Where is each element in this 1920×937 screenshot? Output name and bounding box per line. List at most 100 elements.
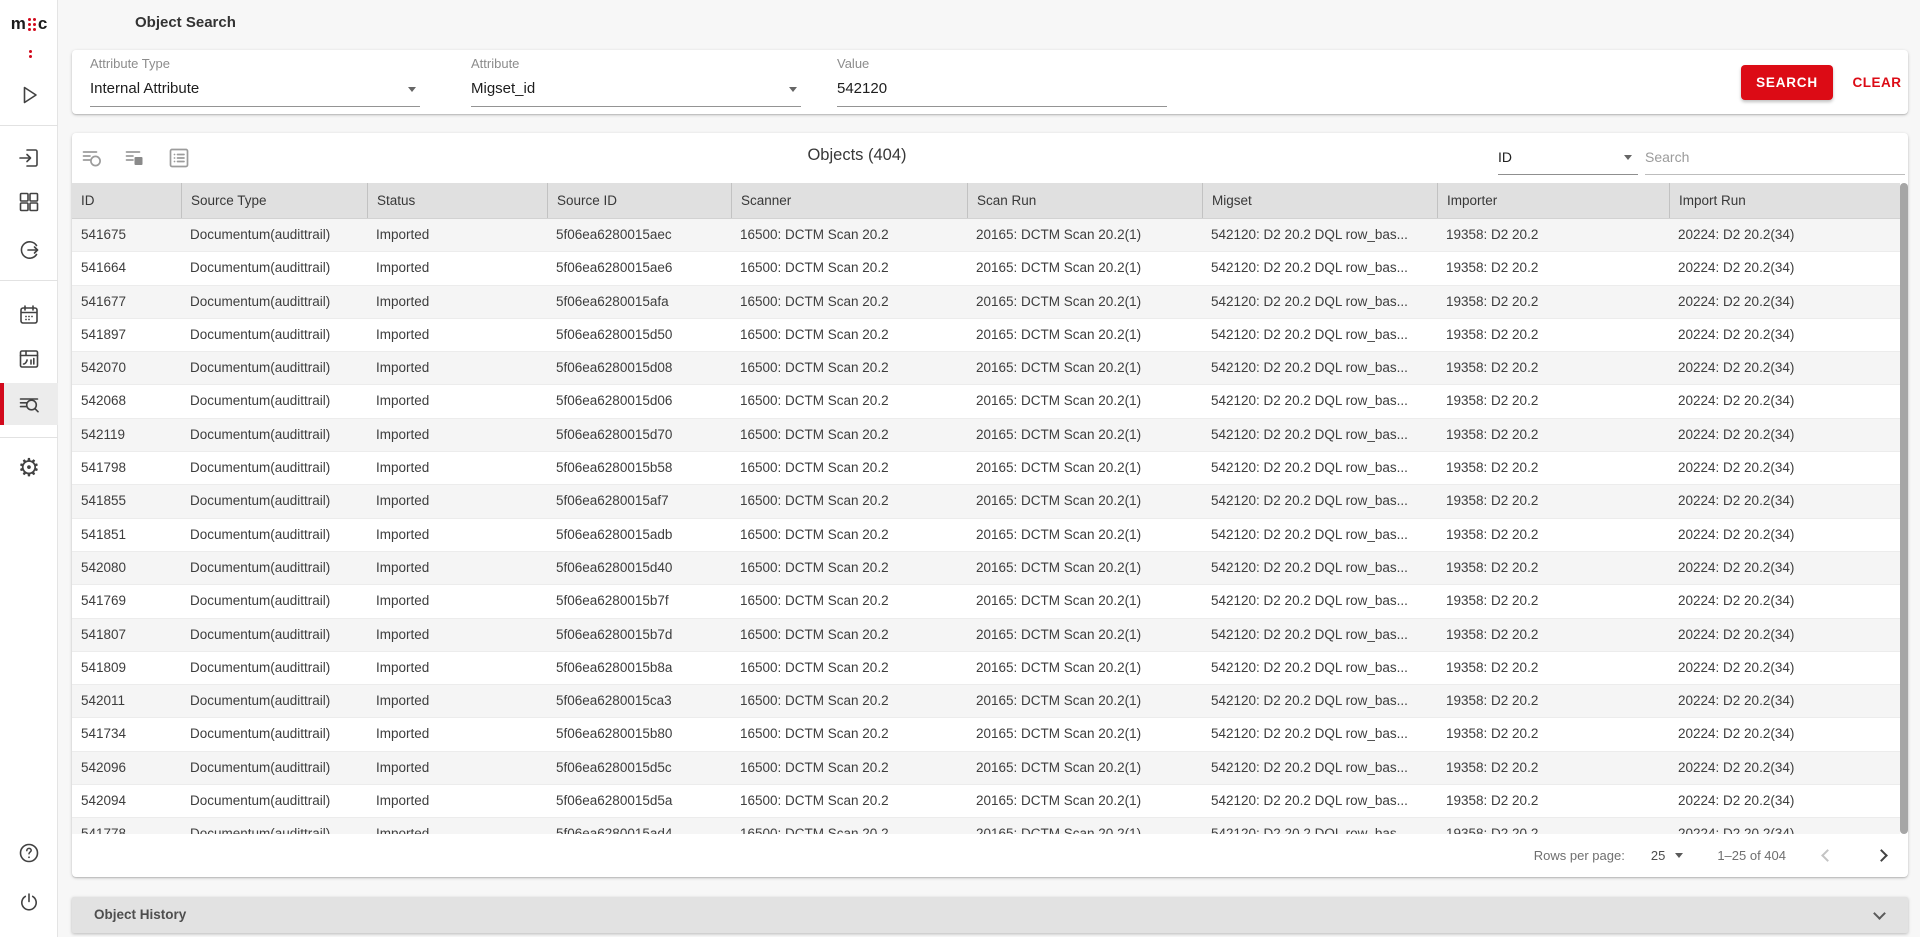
cell-migset: 542120: D2 20.2 DQL row_bas... xyxy=(1202,785,1437,817)
cell-source-type: Documentum(audittrail) xyxy=(181,619,367,651)
column-header-scan-run[interactable]: Scan Run xyxy=(967,183,1202,218)
cell-importer: 19358: D2 20.2 xyxy=(1437,552,1669,584)
power-icon[interactable] xyxy=(0,881,58,923)
cell-id: 541778 xyxy=(72,818,181,834)
table-row[interactable]: 541807Documentum(audittrail)Imported5f06… xyxy=(72,619,1900,652)
attribute-type-select[interactable]: Attribute Type Internal Attribute xyxy=(90,56,420,71)
cell-id: 541851 xyxy=(72,519,181,551)
cell-id: 541855 xyxy=(72,485,181,517)
cell-source-id: 5f06ea6280015d40 xyxy=(547,552,731,584)
attribute-value: Migset_id xyxy=(471,80,535,97)
table-row[interactable]: 541897Documentum(audittrail)Imported5f06… xyxy=(72,319,1900,352)
table-row[interactable]: 542080Documentum(audittrail)Imported5f06… xyxy=(72,552,1900,585)
table-row[interactable]: 541851Documentum(audittrail)Imported5f06… xyxy=(72,519,1900,552)
column-header-scanner[interactable]: Scanner xyxy=(731,183,967,218)
object-search-icon[interactable] xyxy=(0,383,58,425)
search-button[interactable]: SEARCH xyxy=(1741,65,1833,100)
table-row[interactable]: 542096Documentum(audittrail)Imported5f06… xyxy=(72,752,1900,785)
settings-gear-icon[interactable]: ⚙ xyxy=(0,447,58,489)
cell-scanner: 16500: DCTM Scan 20.2 xyxy=(731,652,967,684)
cell-migset: 542120: D2 20.2 DQL row_bas... xyxy=(1202,652,1437,684)
cell-scan-run: 20165: DCTM Scan 20.2(1) xyxy=(967,452,1202,484)
cell-status: Imported xyxy=(367,419,547,451)
column-header-id[interactable]: ID xyxy=(72,183,181,218)
cell-source-id: 5f06ea6280015b8a xyxy=(547,652,731,684)
rows-per-page-value: 25 xyxy=(1651,848,1665,863)
play-icon[interactable] xyxy=(0,74,58,116)
value-field[interactable]: Value 542120 xyxy=(837,56,1167,71)
list-square-icon[interactable] xyxy=(123,146,147,170)
sidebar-divider xyxy=(0,280,58,281)
cell-status: Imported xyxy=(367,785,547,817)
column-header-source-type[interactable]: Source Type xyxy=(181,183,367,218)
table-row[interactable]: 542011Documentum(audittrail)Imported5f06… xyxy=(72,685,1900,718)
column-header-import-run[interactable]: Import Run xyxy=(1669,183,1900,218)
table-row[interactable]: 542119Documentum(audittrail)Imported5f06… xyxy=(72,419,1900,452)
cell-migset: 542120: D2 20.2 DQL row_bas... xyxy=(1202,818,1437,834)
table-row[interactable]: 541798Documentum(audittrail)Imported5f06… xyxy=(72,452,1900,485)
table-row[interactable]: 541677Documentum(audittrail)Imported5f06… xyxy=(72,286,1900,319)
report-chart-icon[interactable] xyxy=(0,338,58,380)
list-circle-icon[interactable] xyxy=(80,146,104,170)
table-row[interactable]: 541769Documentum(audittrail)Imported5f06… xyxy=(72,585,1900,618)
cell-importer: 19358: D2 20.2 xyxy=(1437,585,1669,617)
filter-column-select[interactable]: ID xyxy=(1498,139,1638,175)
prev-page-button[interactable] xyxy=(1814,843,1840,869)
column-header-migset[interactable]: Migset xyxy=(1202,183,1437,218)
next-page-button[interactable] xyxy=(1868,843,1894,869)
attribute-select[interactable]: Attribute Migset_id xyxy=(471,56,801,71)
cell-importer: 19358: D2 20.2 xyxy=(1437,718,1669,750)
cell-import-run: 20224: D2 20.2(34) xyxy=(1669,718,1900,750)
cell-migset: 542120: D2 20.2 DQL row_bas... xyxy=(1202,385,1437,417)
cell-importer: 19358: D2 20.2 xyxy=(1437,685,1669,717)
table-row[interactable]: 542070Documentum(audittrail)Imported5f06… xyxy=(72,352,1900,385)
cell-scanner: 16500: DCTM Scan 20.2 xyxy=(731,319,967,351)
logo-letter-m: m xyxy=(11,14,26,34)
table-search-input[interactable] xyxy=(1645,139,1905,174)
table-row[interactable]: 542094Documentum(audittrail)Imported5f06… xyxy=(72,785,1900,818)
help-icon[interactable] xyxy=(0,832,58,874)
clear-button[interactable]: CLEAR xyxy=(1844,65,1910,100)
cell-id: 542011 xyxy=(72,685,181,717)
cell-status: Imported xyxy=(367,685,547,717)
cell-migset: 542120: D2 20.2 DQL row_bas... xyxy=(1202,485,1437,517)
object-history-expander[interactable]: Object History xyxy=(72,897,1908,933)
table-scrollbar[interactable] xyxy=(1900,183,1908,834)
table-row[interactable]: 541855Documentum(audittrail)Imported5f06… xyxy=(72,485,1900,518)
table-row[interactable]: 541809Documentum(audittrail)Imported5f06… xyxy=(72,652,1900,685)
cell-scanner: 16500: DCTM Scan 20.2 xyxy=(731,752,967,784)
cell-migset: 542120: D2 20.2 DQL row_bas... xyxy=(1202,419,1437,451)
cell-migset: 542120: D2 20.2 DQL row_bas... xyxy=(1202,619,1437,651)
rows-per-page-select[interactable]: 25 xyxy=(1651,848,1683,863)
table-row[interactable]: 541778Documentum(audittrail)Imported5f06… xyxy=(72,818,1900,834)
cell-status: Imported xyxy=(367,585,547,617)
logo-dots-tail xyxy=(29,50,32,58)
value-input-text: 542120 xyxy=(837,80,887,97)
checklist-icon[interactable] xyxy=(167,146,191,170)
login-icon[interactable] xyxy=(0,137,58,179)
cell-importer: 19358: D2 20.2 xyxy=(1437,385,1669,417)
column-header-importer[interactable]: Importer xyxy=(1437,183,1669,218)
apps-grid-icon[interactable] xyxy=(0,181,58,223)
cell-scan-run: 20165: DCTM Scan 20.2(1) xyxy=(967,319,1202,351)
logout-icon[interactable] xyxy=(0,229,58,271)
cell-scan-run: 20165: DCTM Scan 20.2(1) xyxy=(967,519,1202,551)
table-row[interactable]: 541734Documentum(audittrail)Imported5f06… xyxy=(72,718,1900,751)
cell-migset: 542120: D2 20.2 DQL row_bas... xyxy=(1202,685,1437,717)
logo-letter-c: c xyxy=(38,14,47,34)
objects-card: Objects (404) ID ID Source Type Status S… xyxy=(72,133,1908,877)
cell-source-type: Documentum(audittrail) xyxy=(181,419,367,451)
table-row[interactable]: 542068Documentum(audittrail)Imported5f06… xyxy=(72,385,1900,418)
calendar-icon[interactable] xyxy=(0,294,58,336)
cell-migset: 542120: D2 20.2 DQL row_bas... xyxy=(1202,452,1437,484)
table-row[interactable]: 541664Documentum(audittrail)Imported5f06… xyxy=(72,252,1900,285)
objects-count-title: Objects (404) xyxy=(777,146,937,165)
cell-import-run: 20224: D2 20.2(34) xyxy=(1669,752,1900,784)
cell-status: Imported xyxy=(367,818,547,834)
table-row[interactable]: 541675Documentum(audittrail)Imported5f06… xyxy=(72,219,1900,252)
cell-id: 542119 xyxy=(72,419,181,451)
column-header-status[interactable]: Status xyxy=(367,183,547,218)
column-header-source-id[interactable]: Source ID xyxy=(547,183,731,218)
cell-import-run: 20224: D2 20.2(34) xyxy=(1669,685,1900,717)
cell-scanner: 16500: DCTM Scan 20.2 xyxy=(731,818,967,834)
